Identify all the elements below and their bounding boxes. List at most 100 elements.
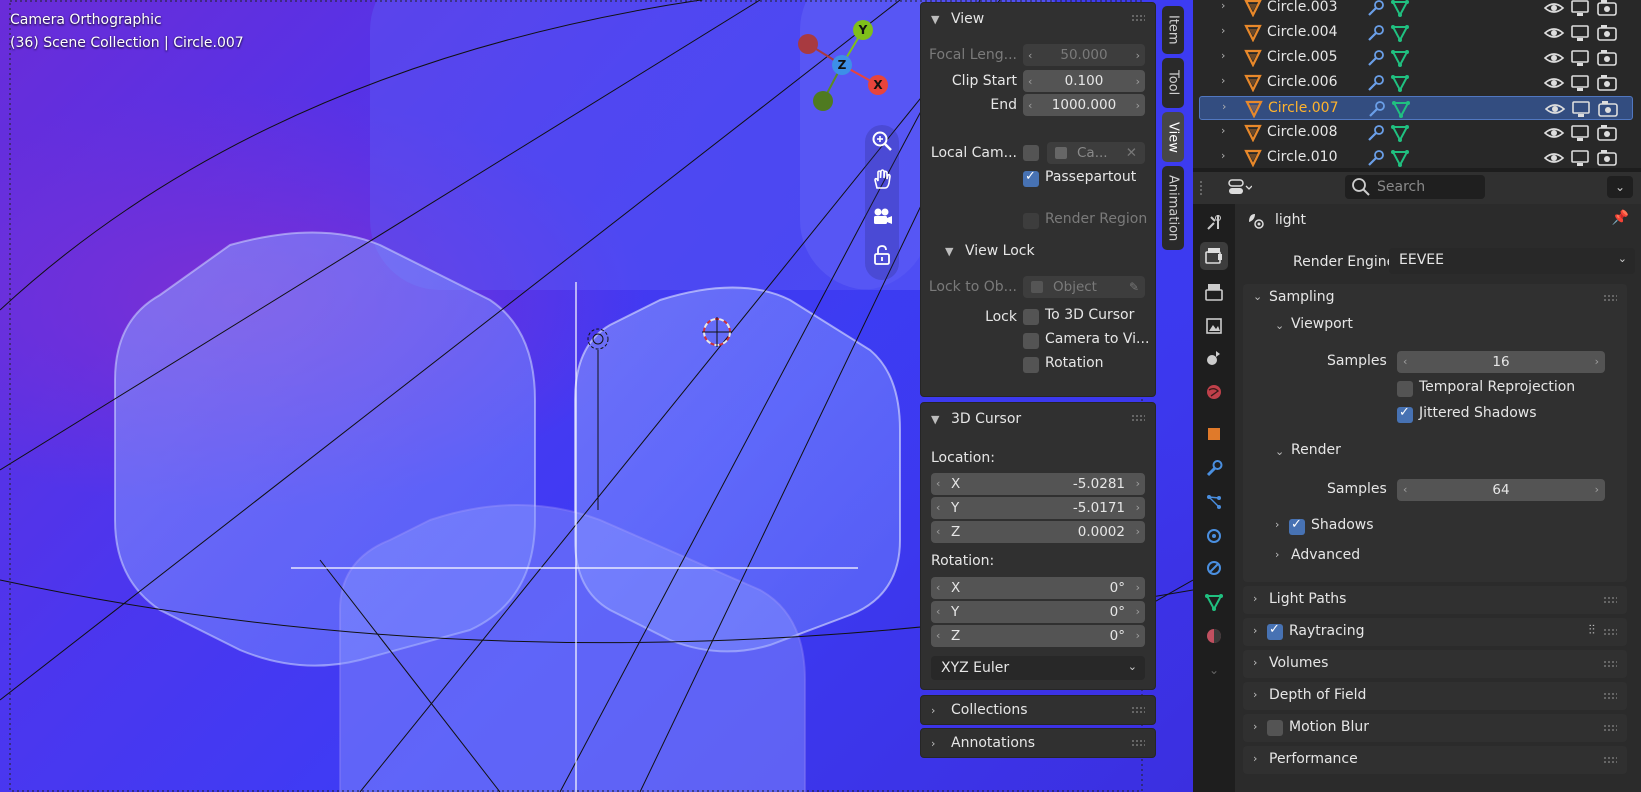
material-tab-icon[interactable] [1200,622,1228,650]
outliner-row[interactable]: › Circle.005 [1199,46,1633,70]
rotation-mode-select[interactable]: XYZ Euler ⌄ [931,656,1145,680]
gizmo-z-axis[interactable]: Z [832,55,852,75]
outliner-item-name[interactable]: Circle.007 [1268,100,1339,116]
tab-view[interactable]: View [1162,112,1184,162]
raytracing-section[interactable]: › Raytracing ⫶⫶ [1243,618,1627,646]
outliner-row[interactable]: › Circle.007 [1199,96,1633,120]
cursor-rotation-z[interactable]: ‹ Z 0° › [931,625,1145,647]
3d-cursor-panel-header[interactable]: ▼ 3D Cursor [921,403,1155,435]
local-camera-field[interactable]: Ca... ✕ [1047,142,1145,164]
view-lock-subheader[interactable]: ▼ View Lock [935,235,1035,267]
visibility-toggles[interactable] [1543,148,1634,168]
modifier-icon[interactable] [1366,123,1386,147]
outliner-item-name[interactable]: Circle.010 [1267,149,1338,165]
outliner-item-name[interactable]: Circle.008 [1267,124,1338,140]
camera-view-icon[interactable] [870,205,894,229]
render-engine-select[interactable]: EEVEE ⌄ [1389,248,1635,274]
tab-item[interactable]: Item [1162,6,1184,54]
outliner-row[interactable]: › Circle.010 [1199,146,1633,170]
passepartout-checkbox[interactable] [1023,169,1039,187]
pin-icon[interactable]: 📌 [1612,210,1629,226]
clear-x-icon[interactable]: ✕ [1126,145,1137,161]
modifier-icon[interactable] [1367,99,1387,123]
tab-tool[interactable]: Tool [1162,58,1184,108]
jittered-shadows-checkbox[interactable] [1397,405,1413,423]
cursor-location-y[interactable]: ‹ Y -5.0171 › [931,497,1145,519]
editor-type-select[interactable] [1221,176,1259,198]
gizmo-y-axis[interactable]: Y [853,20,873,40]
drag-grip-icon[interactable] [1603,724,1617,732]
outliner-row[interactable]: › Circle.003 [1199,0,1633,20]
volumes-section[interactable]: › Volumes [1243,650,1627,678]
modifier-icon[interactable] [1366,148,1386,172]
motion-blur-section[interactable]: › Motion Blur [1243,714,1627,742]
drag-grip-icon[interactable] [1603,294,1617,302]
motion-blur-checkbox[interactable] [1267,720,1283,736]
gizmo-x-axis[interactable]: X [868,75,888,95]
particles-tab-icon[interactable] [1200,488,1228,516]
chevron-right-icon[interactable]: › [1221,49,1225,62]
drag-grip-icon[interactable] [1199,180,1203,196]
tool-tab-icon[interactable] [1200,208,1228,236]
depth-of-field-section[interactable]: › Depth of Field [1243,682,1627,710]
render-tab-icon[interactable] [1200,242,1228,270]
options-dropdown[interactable]: ⌄ [1607,176,1633,198]
local-camera-checkbox[interactable] [1023,145,1039,161]
presets-sliders-icon[interactable]: ⫶⫶ [1589,623,1596,638]
data-tab-icon[interactable] [1200,588,1228,616]
mesh-data-icon[interactable] [1390,23,1410,47]
annotations-panel[interactable]: › Annotations [920,728,1156,758]
tab-animation[interactable]: Animation [1162,166,1184,250]
modifier-icon[interactable] [1366,73,1386,97]
outliner-item-name[interactable]: Circle.004 [1267,24,1338,40]
world-tab-icon[interactable] [1200,378,1228,406]
view-layer-tab-icon[interactable] [1200,312,1228,340]
chevron-right-icon[interactable]: › [1221,149,1225,162]
viewport-subheader[interactable]: Viewport [1291,316,1353,332]
visibility-toggles[interactable] [1544,99,1635,119]
outliner-row[interactable]: › Circle.008 [1199,121,1633,145]
cursor-location-x[interactable]: ‹ X -5.0281 › [931,473,1145,495]
visibility-toggles[interactable] [1543,23,1634,43]
drag-grip-icon[interactable] [1131,739,1145,747]
chevron-right-icon[interactable]: › [1221,0,1225,12]
properties-search[interactable]: Search [1345,175,1485,199]
output-tab-icon[interactable] [1200,278,1228,306]
outliner-item-name[interactable]: Circle.003 [1267,0,1338,15]
mesh-data-icon[interactable] [1390,148,1410,172]
render-subheader[interactable]: Render [1291,442,1341,458]
clip-start-field[interactable]: ‹ 0.100 › [1023,70,1145,92]
modifier-tab-icon[interactable] [1200,454,1228,482]
cursor-location-z[interactable]: ‹ Z 0.0002 › [931,521,1145,543]
scene-tab-icon[interactable] [1200,344,1228,372]
to-3d-cursor-checkbox[interactable] [1023,309,1039,325]
modifier-icon[interactable] [1366,0,1386,22]
outliner-row[interactable]: › Circle.006 [1199,71,1633,95]
cursor-rotation-y[interactable]: ‹ Y 0° › [931,601,1145,623]
chevron-right-icon[interactable]: › [1221,24,1225,37]
mesh-data-icon[interactable] [1390,48,1410,72]
sampling-header[interactable]: ⌄ Sampling [1243,284,1627,312]
drag-grip-icon[interactable] [1131,414,1145,422]
visibility-toggles[interactable] [1543,48,1634,68]
chevron-right-icon[interactable]: › [1222,100,1226,113]
view-panel-header[interactable]: ▼ View [921,3,1155,35]
drag-grip-icon[interactable] [1603,596,1617,604]
visibility-toggles[interactable] [1543,123,1634,143]
chevron-right-icon[interactable]: › [1221,74,1225,87]
drag-grip-icon[interactable] [1603,628,1617,636]
render-samples-field[interactable]: ‹ 64 › [1397,479,1605,501]
visibility-toggles[interactable] [1543,0,1634,18]
gizmo-neg-x-axis[interactable] [798,34,818,54]
cursor-rotation-x[interactable]: ‹ X 0° › [931,577,1145,599]
clip-end-field[interactable]: ‹ 1000.000 › [1023,94,1145,116]
navigation-gizmo[interactable]: Y X Z [790,20,910,120]
visibility-toggles[interactable] [1543,73,1634,93]
outliner-row[interactable]: › Circle.004 [1199,21,1633,45]
mesh-data-icon[interactable] [1391,99,1411,123]
constraints-tab-icon[interactable] [1200,554,1228,582]
drag-grip-icon[interactable] [1131,706,1145,714]
shadows-label[interactable]: Shadows [1311,517,1374,533]
camera-to-view-checkbox[interactable] [1023,333,1039,349]
viewport-samples-field[interactable]: ‹ 16 › [1397,351,1605,373]
